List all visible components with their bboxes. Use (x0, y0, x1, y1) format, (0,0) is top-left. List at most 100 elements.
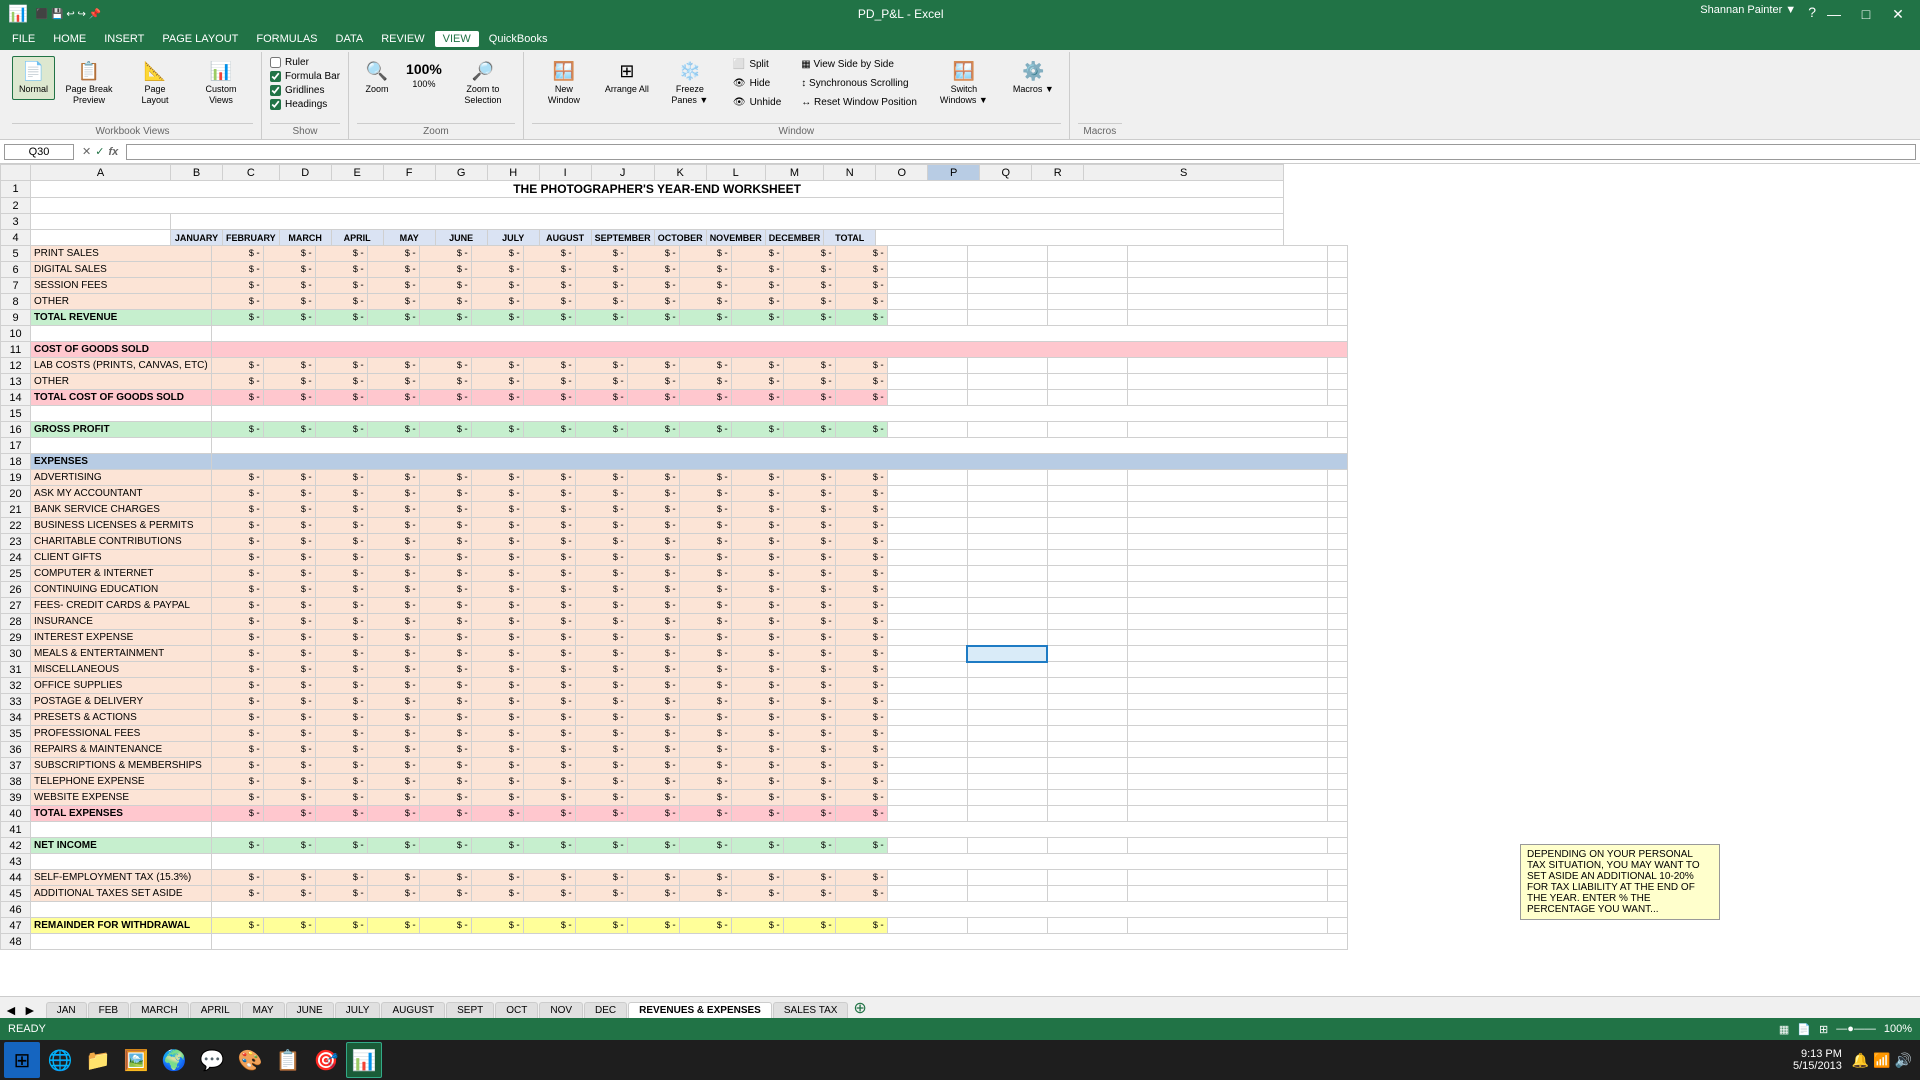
data-cell-16-9[interactable]: $ - (679, 422, 731, 438)
data-cell-32-3[interactable]: $ - (367, 678, 419, 694)
minimize-button[interactable]: — (1820, 4, 1848, 24)
maximize-button[interactable]: □ (1852, 4, 1880, 24)
row-label-43[interactable] (31, 854, 212, 870)
data-cell-38-7[interactable]: $ - (575, 774, 627, 790)
data-cell-31-2[interactable]: $ - (315, 662, 367, 678)
data-cell-35-12[interactable]: $ - (835, 726, 887, 742)
data-cell-7-9[interactable]: $ - (679, 278, 731, 294)
data-cell-22-7[interactable]: $ - (575, 518, 627, 534)
data-cell-27-10[interactable]: $ - (731, 598, 783, 614)
data-cell-36-11[interactable]: $ - (783, 742, 835, 758)
data-cell-37-9[interactable]: $ - (679, 758, 731, 774)
data-cell-24-9[interactable]: $ - (679, 550, 731, 566)
cell-reference-input[interactable] (4, 144, 74, 160)
data-cell-12-4[interactable]: $ - (419, 358, 471, 374)
tab-nov[interactable]: NOV (539, 1002, 583, 1018)
data-cell-12-2[interactable]: $ - (315, 358, 367, 374)
data-cell-33-3[interactable]: $ - (367, 694, 419, 710)
row-label-27[interactable]: FEES- CREDIT CARDS & PAYPAL (31, 598, 212, 614)
data-cell-38-6[interactable]: $ - (523, 774, 575, 790)
data-cell-25-11[interactable]: $ - (783, 566, 835, 582)
data-cell-8-8[interactable]: $ - (627, 294, 679, 310)
data-cell-26-2[interactable]: $ - (315, 582, 367, 598)
row-label-13[interactable]: OTHER (31, 374, 212, 390)
row-label-22[interactable]: BUSINESS LICENSES & PERMITS (31, 518, 212, 534)
data-cell-29-0[interactable]: $ - (211, 630, 263, 646)
data-cell-37-1[interactable]: $ - (263, 758, 315, 774)
menu-data[interactable]: DATA (328, 31, 372, 47)
data-cell-23-11[interactable]: $ - (783, 534, 835, 550)
data-cell-30-7[interactable]: $ - (575, 646, 627, 662)
data-cell-22-5[interactable]: $ - (471, 518, 523, 534)
col-header-c[interactable]: C (223, 165, 280, 181)
row-label-28[interactable]: INSURANCE (31, 614, 212, 630)
data-cell-9-4[interactable]: $ - (419, 310, 471, 326)
data-cell-29-10[interactable]: $ - (731, 630, 783, 646)
headings-checkbox[interactable]: Headings (270, 98, 340, 111)
data-cell-29-1[interactable]: $ - (263, 630, 315, 646)
row-label-7[interactable]: SESSION FEES (31, 278, 212, 294)
zoom-selection-button[interactable]: 🔎 Zoom to Selection (451, 56, 515, 111)
data-cell-31-7[interactable]: $ - (575, 662, 627, 678)
data-cell-13-0[interactable]: $ - (211, 374, 263, 390)
data-cell-27-11[interactable]: $ - (783, 598, 835, 614)
data-cell-20-5[interactable]: $ - (471, 486, 523, 502)
data-cell-28-11[interactable]: $ - (783, 614, 835, 630)
row-label-17[interactable] (31, 438, 212, 454)
data-cell-28-12[interactable]: $ - (835, 614, 887, 630)
data-cell-28-0[interactable]: $ - (211, 614, 263, 630)
data-cell-9-8[interactable]: $ - (627, 310, 679, 326)
data-cell-37-7[interactable]: $ - (575, 758, 627, 774)
data-cell-33-5[interactable]: $ - (471, 694, 523, 710)
col-header-r[interactable]: R (1032, 165, 1084, 181)
data-cell-23-12[interactable]: $ - (835, 534, 887, 550)
data-cell-44-9[interactable]: $ - (679, 870, 731, 886)
tab-oct[interactable]: OCT (495, 1002, 538, 1018)
data-cell-31-3[interactable]: $ - (367, 662, 419, 678)
data-cell-21-1[interactable]: $ - (263, 502, 315, 518)
data-cell-44-6[interactable]: $ - (523, 870, 575, 886)
data-cell-7-5[interactable]: $ - (471, 278, 523, 294)
data-cell-25-7[interactable]: $ - (575, 566, 627, 582)
data-cell-37-8[interactable]: $ - (627, 758, 679, 774)
data-cell-23-9[interactable]: $ - (679, 534, 731, 550)
data-cell-29-3[interactable]: $ - (367, 630, 419, 646)
data-cell-14-2[interactable]: $ - (315, 390, 367, 406)
data-cell-9-5[interactable]: $ - (471, 310, 523, 326)
data-cell-27-12[interactable]: $ - (835, 598, 887, 614)
data-cell-24-8[interactable]: $ - (627, 550, 679, 566)
row-label-35[interactable]: PROFESSIONAL FEES (31, 726, 212, 742)
data-cell-25-3[interactable]: $ - (367, 566, 419, 582)
data-cell-26-3[interactable]: $ - (367, 582, 419, 598)
data-cell-34-2[interactable]: $ - (315, 710, 367, 726)
data-cell-21-0[interactable]: $ - (211, 502, 263, 518)
data-cell-37-5[interactable]: $ - (471, 758, 523, 774)
data-cell-31-5[interactable]: $ - (471, 662, 523, 678)
data-cell-40-7[interactable]: $ - (575, 806, 627, 822)
row-label-42[interactable]: NET INCOME (31, 838, 212, 854)
tab-sales-tax[interactable]: SALES TAX (773, 1002, 849, 1018)
data-cell-33-6[interactable]: $ - (523, 694, 575, 710)
data-cell-12-7[interactable]: $ - (575, 358, 627, 374)
data-cell-21-9[interactable]: $ - (679, 502, 731, 518)
data-cell-35-1[interactable]: $ - (263, 726, 315, 742)
data-cell-36-6[interactable]: $ - (523, 742, 575, 758)
data-cell-8-10[interactable]: $ - (731, 294, 783, 310)
data-cell-9-0[interactable]: $ - (211, 310, 263, 326)
data-cell-19-3[interactable]: $ - (367, 470, 419, 486)
data-cell-40-12[interactable]: $ - (835, 806, 887, 822)
data-cell-14-7[interactable]: $ - (575, 390, 627, 406)
data-cell-13-9[interactable]: $ - (679, 374, 731, 390)
data-cell-14-12[interactable]: $ - (835, 390, 887, 406)
data-cell-5-6[interactable]: $ - (523, 246, 575, 262)
data-cell-16-2[interactable]: $ - (315, 422, 367, 438)
data-cell-45-6[interactable]: $ - (523, 886, 575, 902)
data-cell-47-5[interactable]: $ - (471, 918, 523, 934)
data-cell-32-4[interactable]: $ - (419, 678, 471, 694)
data-cell-33-9[interactable]: $ - (679, 694, 731, 710)
data-cell-45-10[interactable]: $ - (731, 886, 783, 902)
data-cell-12-12[interactable]: $ - (835, 358, 887, 374)
data-cell-5-7[interactable]: $ - (575, 246, 627, 262)
data-cell-44-3[interactable]: $ - (367, 870, 419, 886)
data-cell-39-6[interactable]: $ - (523, 790, 575, 806)
